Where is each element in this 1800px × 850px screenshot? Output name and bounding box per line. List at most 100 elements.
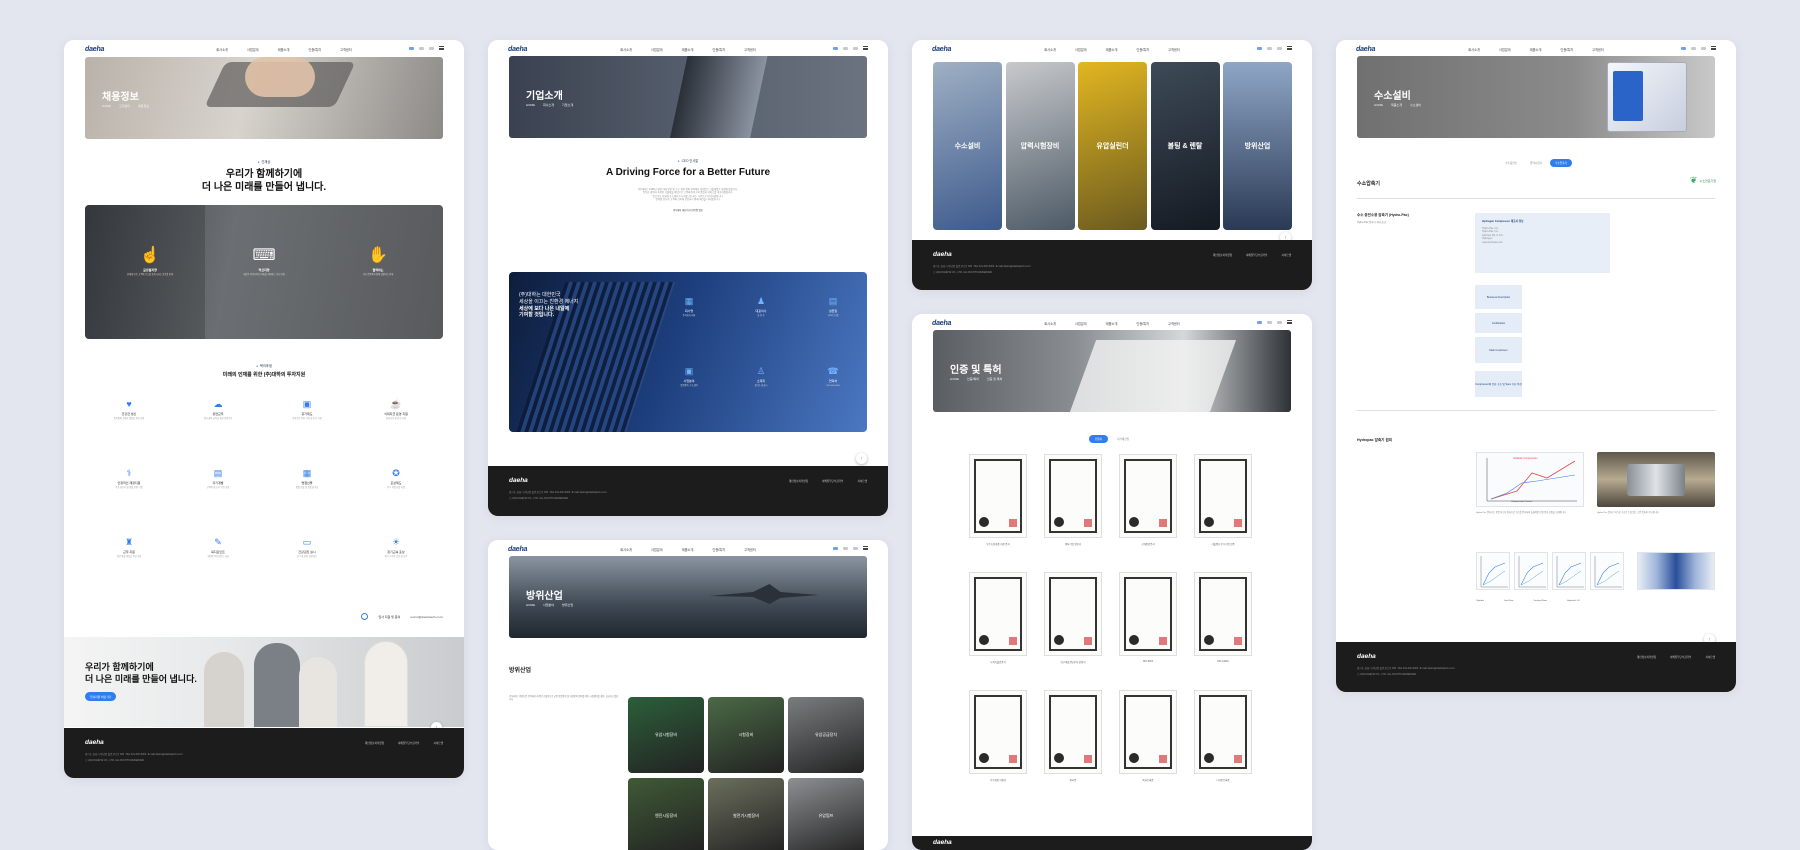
lang-ko-toggle[interactable] [833,546,838,550]
nav-item[interactable]: 사업분야 [1075,47,1087,52]
defense-product-card[interactable]: 발전기시험장비 [708,778,784,850]
lang-en-toggle[interactable] [419,46,424,50]
tab-certificates[interactable]: 인증서 [1088,435,1109,443]
scroll-top-button[interactable]: ↑ [856,453,867,464]
footer-link[interactable]: 사이트맵 [1705,655,1715,659]
certificate-card[interactable]: ISO 9001 [1119,572,1177,669]
footer-link[interactable]: 사이트맵 [857,479,867,483]
breadcrumb-item[interactable]: 제품소개 [1391,103,1402,107]
nav-item[interactable]: 회사소개 [216,47,228,52]
breadcrumb-item[interactable]: HOME [1374,103,1383,107]
nav-item[interactable]: 제품소개 [1106,321,1118,326]
breadcrumb-item[interactable]: HOME [526,603,535,607]
lang-ko-toggle[interactable] [1257,46,1262,50]
lang-ko-toggle[interactable] [409,46,414,50]
menu-icon[interactable] [1287,46,1292,50]
footer-link[interactable]: 개인정보처리방침 [789,479,808,483]
breadcrumb-item[interactable]: 인증/특허 [967,377,979,381]
lang-ko-toggle[interactable] [1681,46,1686,50]
lang-en-toggle[interactable] [1267,320,1272,324]
nav-item[interactable]: 제품소개 [1530,47,1542,52]
breadcrumb-item[interactable]: 인증 및 특허 [987,377,1002,381]
search-icon[interactable] [1277,320,1282,324]
nav-item[interactable]: 사업분야 [247,47,259,52]
nav-item[interactable]: 고객센터 [1592,47,1604,52]
nav-item[interactable]: 회사소개 [1468,47,1480,52]
category-tile[interactable]: 유압실린더 [1078,62,1147,230]
footer-link[interactable]: 개인정보처리방침 [1637,655,1656,659]
tab-patents[interactable]: 지식재산권 [1111,435,1135,443]
tab-hydrogen-compressor[interactable]: 수소압축기 [1549,159,1572,167]
nav-item[interactable]: 제품소개 [278,47,290,52]
nav-item[interactable]: 제품소개 [682,547,694,552]
contact-email[interactable]: recruit@daehatech.co.kr [410,615,443,619]
certificate-card[interactable]: 디자인등록증 [1194,690,1252,787]
breadcrumb-item[interactable]: 기업소개 [562,103,573,107]
breadcrumb-item[interactable]: 채용정보 [138,104,149,108]
nav-item[interactable]: 회사소개 [1044,321,1056,326]
footer-link[interactable]: 이메일무단수집거부 [398,741,419,745]
footer-link[interactable]: 사이트맵 [433,741,443,745]
certificate-card[interactable]: 벤처기업 확인서 [1044,454,1102,551]
menu-icon[interactable] [863,46,868,50]
category-tile[interactable]: 압력시험장비 [1005,62,1075,230]
menu-icon[interactable] [1287,320,1292,324]
nav-item[interactable]: 고객센터 [1168,47,1180,52]
certificate-card[interactable]: 신제품인증서 [1119,454,1177,551]
nav-item[interactable]: 사업분야 [1499,47,1511,52]
certificate-card[interactable]: 특허증 [1044,690,1102,787]
lang-ko-toggle[interactable] [833,46,838,50]
nav-item[interactable]: 사업분야 [651,47,663,52]
lang-en-toggle[interactable] [843,46,848,50]
nav-item[interactable]: 사업분야 [651,547,663,552]
certificate-card[interactable]: 연구개발전담부서 인정서 [1044,572,1102,669]
search-icon[interactable] [429,46,434,50]
nav-item[interactable]: 고객센터 [744,47,756,52]
lang-ko-toggle[interactable] [1257,320,1262,324]
apply-button[interactable]: 입사지원 바로가기 [85,692,117,701]
breadcrumb-item[interactable]: 회사소개 [543,103,554,107]
nav-item[interactable]: 인증/특허 [1136,47,1149,52]
certificate-card[interactable]: 특허등록증 [1119,690,1177,787]
footer-link[interactable]: 개인정보처리방침 [1213,253,1232,257]
nav-item[interactable]: 회사소개 [620,547,632,552]
nav-item[interactable]: 인증/특허 [712,547,725,552]
defense-product-card[interactable]: 유압시험장비 [628,697,704,773]
footer-link[interactable]: 이메일무단수집거부 [1246,253,1267,257]
search-icon[interactable] [853,46,858,50]
certificate-card[interactable]: ISO 14001 [1194,572,1252,669]
breadcrumb-item[interactable]: 고객센터 [119,104,130,108]
menu-icon[interactable] [1711,46,1716,50]
menu-icon[interactable] [863,546,868,550]
tab-pressure-tester[interactable]: 압력시험기 [1525,159,1547,167]
nav-item[interactable]: 인증/특허 [1136,321,1149,326]
certificate-card[interactable]: 우수조달제품 지정 증서 [969,454,1027,551]
breadcrumb-item[interactable]: 방위산업 [562,603,573,607]
certificate-card[interactable]: 우수제품 지정서 [969,690,1027,787]
lang-en-toggle[interactable] [843,546,848,550]
footer-link[interactable]: 이메일무단수집거부 [822,479,843,483]
defense-product-card[interactable]: 엔진시동장비 [628,778,704,850]
nav-item[interactable]: 회사소개 [1044,47,1056,52]
search-icon[interactable] [1701,46,1706,50]
nav-item[interactable]: 고객센터 [340,47,352,52]
category-tile[interactable]: 수소설비 [933,62,1002,230]
breadcrumb-item[interactable]: HOME [950,377,959,381]
certificate-card[interactable]: 녹색기술인증서 [969,572,1027,669]
lang-en-toggle[interactable] [1691,46,1696,50]
nav-item[interactable]: 사업분야 [1075,321,1087,326]
nav-item[interactable]: 인증/특허 [1560,47,1573,52]
footer-link[interactable]: 이메일무단수집거부 [1670,655,1691,659]
lang-en-toggle[interactable] [1267,46,1272,50]
nav-item[interactable]: 고객센터 [744,547,756,552]
tab-hydrogen-station[interactable]: 수소충전소 [1500,159,1522,167]
footer-link[interactable]: 사이트맵 [1281,253,1291,257]
category-tile[interactable]: 방위산업 [1223,62,1292,230]
nav-item[interactable]: 인증/특허 [712,47,725,52]
category-tile[interactable]: 볼팅 & 렌탈 [1150,62,1220,230]
nav-item[interactable]: 제품소개 [682,47,694,52]
site-logo[interactable]: daeha [85,46,104,53]
menu-icon[interactable] [439,46,444,50]
certificate-card[interactable]: 기술평가 우수기업 인증 [1194,454,1252,551]
footer-link[interactable]: 개인정보처리방침 [365,741,384,745]
